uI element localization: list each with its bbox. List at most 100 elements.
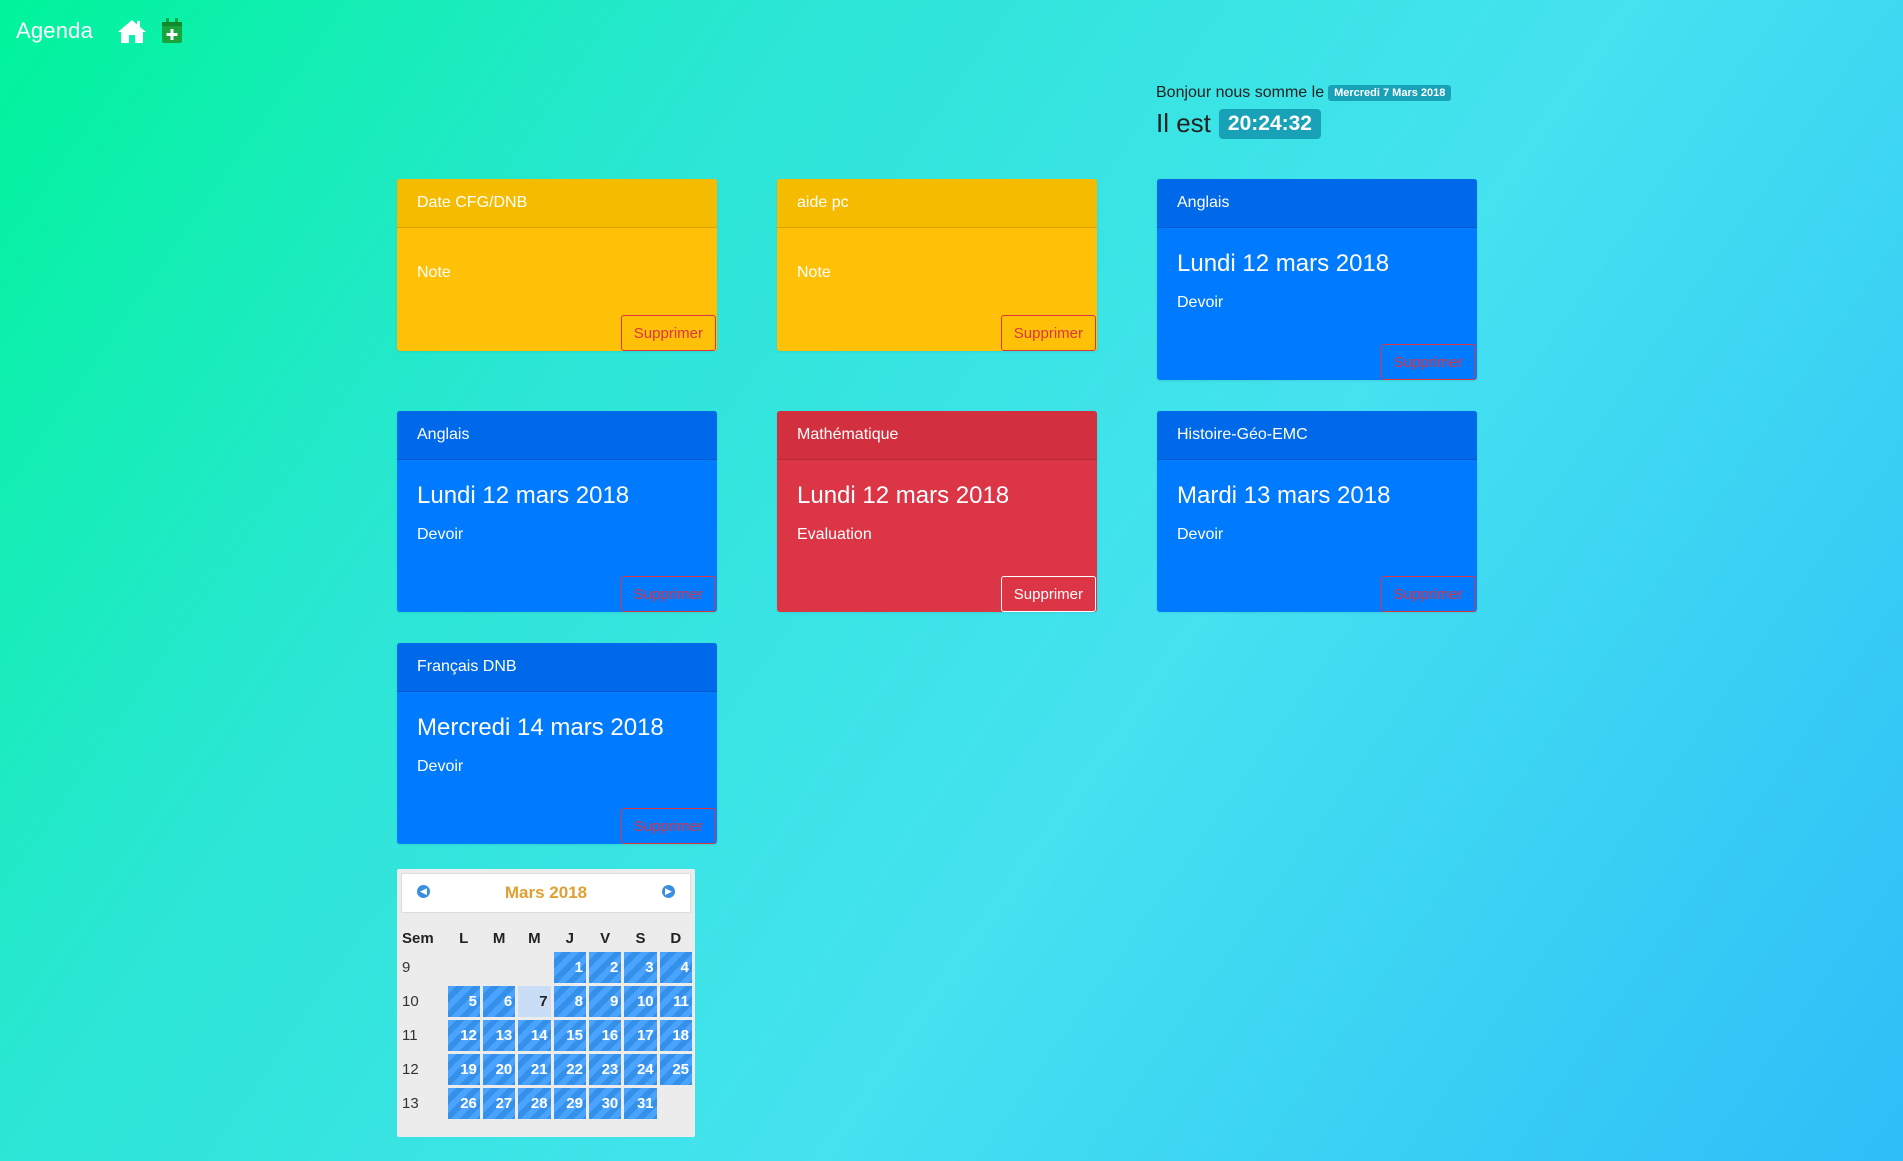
delete-button[interactable]: Supprimer xyxy=(1000,576,1096,612)
calendar-day[interactable]: 22 xyxy=(553,1054,586,1085)
delete-button[interactable]: Supprimer xyxy=(620,808,716,844)
navbar: Agenda xyxy=(16,14,197,48)
delete-button[interactable]: Supprimer xyxy=(1380,576,1476,612)
card-title: Lundi 12 mars 2018 xyxy=(1177,250,1390,277)
card-text: Devoir xyxy=(417,526,464,543)
calendar-day[interactable]: 26 xyxy=(447,1088,480,1119)
calendar-day[interactable]: 14 xyxy=(518,1020,551,1051)
weekday-header: M xyxy=(528,929,541,947)
card-body: Lundi 12 mars 2018 Devoir Supprimer xyxy=(397,460,717,612)
calendar-week-row: 12 19 20 21 22 23 24 25 xyxy=(400,1054,692,1085)
calendar-empty-cell xyxy=(518,952,550,983)
card-body: Lundi 12 mars 2018 Evaluation Supprimer xyxy=(777,460,1097,612)
greeting-line: Bonjour nous somme le Mercredi 7 Mars 20… xyxy=(1156,84,1452,102)
calendar-day[interactable]: 17 xyxy=(624,1020,657,1051)
calendar-day[interactable]: 15 xyxy=(553,1020,586,1051)
calendar-day[interactable]: 12 xyxy=(447,1020,480,1051)
calendar-day[interactable]: 2 xyxy=(588,952,622,983)
time-line: Il est 20:24:32 xyxy=(1156,108,1451,139)
week-number: 12 xyxy=(402,1061,419,1078)
task-card: Histoire-Géo-EMC Mardi 13 mars 2018 Devo… xyxy=(1157,411,1477,612)
delete-button[interactable]: Supprimer xyxy=(620,315,716,351)
calendar-day[interactable]: 24 xyxy=(624,1054,657,1085)
greeting-panel: Bonjour nous somme le Mercredi 7 Mars 20… xyxy=(1156,84,1452,139)
card-title: Mardi 13 mars 2018 xyxy=(1177,482,1391,509)
card-header: aide pc xyxy=(777,179,1097,228)
calendar-day[interactable]: 31 xyxy=(624,1088,657,1119)
calendar-day[interactable]: 5 xyxy=(447,986,480,1017)
calendar-day[interactable]: 16 xyxy=(588,1020,622,1051)
time-prefix: Il est xyxy=(1156,108,1211,138)
calendar-day[interactable]: 1 xyxy=(553,952,586,983)
note-card: aide pc Note Supprimer xyxy=(777,179,1097,351)
calendar-day[interactable]: 30 xyxy=(588,1088,622,1119)
task-card: Français DNB Mercredi 14 mars 2018 Devoi… xyxy=(397,643,717,844)
card-header: Date CFG/DNB xyxy=(397,179,717,228)
weekday-header: S xyxy=(635,929,646,947)
card-title: Lundi 12 mars 2018 xyxy=(417,482,630,509)
card-title: Mercredi 14 mars 2018 xyxy=(417,714,664,741)
calendar-day[interactable]: 28 xyxy=(518,1088,551,1119)
card-text: Note xyxy=(417,264,451,281)
weekday-header: D xyxy=(670,929,682,947)
delete-button[interactable]: Supprimer xyxy=(620,576,716,612)
calendar-day[interactable]: 20 xyxy=(482,1054,516,1085)
calendar-weekday-row: Sem L M M J V S D xyxy=(400,927,692,949)
calendar-day[interactable]: 11 xyxy=(659,986,692,1017)
calendar-day[interactable]: 27 xyxy=(482,1088,516,1119)
brand-link[interactable]: Agenda xyxy=(16,18,93,44)
calendar-day[interactable]: 10 xyxy=(624,986,657,1017)
card-text: Devoir xyxy=(417,758,464,775)
calendar-day[interactable]: 19 xyxy=(447,1054,480,1085)
date-badge: Mercredi 7 Mars 2018 xyxy=(1328,85,1452,101)
calendar-day-today[interactable]: 7 xyxy=(518,986,551,1017)
card-header: Mathématique xyxy=(777,411,1097,460)
calendar-grid: Sem L M M J V S D 9 1 2 3 4 10 5 6 7 8 9 10 11 11 12 13 14 15 16 1… xyxy=(397,924,695,1122)
calendar-empty-cell xyxy=(660,1088,692,1119)
delete-button[interactable]: Supprimer xyxy=(1380,344,1476,380)
chevron-left-icon[interactable]: ◀ xyxy=(417,885,430,898)
calendar-empty-cell xyxy=(448,952,480,983)
calendar-week-row: 9 1234 xyxy=(400,952,692,983)
card-header: Anglais xyxy=(1157,179,1477,228)
evaluation-card: Mathématique Lundi 12 mars 2018 Evaluati… xyxy=(777,411,1097,612)
week-number: 9 xyxy=(402,959,411,976)
calendar-day[interactable]: 4 xyxy=(659,952,692,983)
week-number: 11 xyxy=(402,1027,418,1044)
time-badge: 20:24:32 xyxy=(1218,108,1321,139)
home-icon[interactable] xyxy=(117,18,147,44)
chevron-right-icon[interactable]: ▶ xyxy=(662,885,675,898)
card-text: Evaluation xyxy=(797,526,872,543)
card-header: Français DNB xyxy=(397,643,717,692)
calendar-day[interactable]: 6 xyxy=(482,986,516,1017)
delete-button[interactable]: Supprimer xyxy=(1000,315,1096,351)
card-body: Mardi 13 mars 2018 Devoir Supprimer xyxy=(1157,460,1477,612)
week-number-header: Sem xyxy=(402,929,434,947)
calendar-empty-cell xyxy=(483,952,515,983)
card-text: Devoir xyxy=(1177,526,1224,543)
calendar-day[interactable]: 9 xyxy=(588,986,622,1017)
greeting-text: Bonjour nous somme le xyxy=(1156,84,1325,101)
calendar-day[interactable]: 29 xyxy=(553,1088,586,1119)
calendar-plus-icon[interactable] xyxy=(161,18,183,44)
calendar-day[interactable]: 3 xyxy=(624,952,657,983)
card-body: Note Supprimer xyxy=(777,228,1097,351)
card-title: Lundi 12 mars 2018 xyxy=(797,482,1010,509)
calendar-day[interactable]: 8 xyxy=(553,986,586,1017)
calendar-day[interactable]: 18 xyxy=(659,1020,692,1051)
calendar-day[interactable]: 25 xyxy=(659,1054,692,1085)
card-text: Devoir xyxy=(1177,294,1224,311)
card-body: Lundi 12 mars 2018 Devoir Supprimer xyxy=(1157,228,1477,380)
task-card: Anglais Lundi 12 mars 2018 Devoir Suppri… xyxy=(1157,179,1477,380)
note-card: Date CFG/DNB Note Supprimer xyxy=(397,179,717,351)
calendar-day[interactable]: 21 xyxy=(518,1054,551,1085)
task-card: Anglais Lundi 12 mars 2018 Devoir Suppri… xyxy=(397,411,717,612)
week-number: 10 xyxy=(402,993,419,1010)
calendar-week-row: 13 26 27 28 29 30 31 xyxy=(400,1088,692,1119)
weekday-header: L xyxy=(459,929,469,947)
weekday-header: M xyxy=(492,929,506,947)
week-number: 13 xyxy=(402,1095,419,1112)
calendar-day[interactable]: 23 xyxy=(588,1054,622,1085)
calendar-title: Mars 2018 xyxy=(504,883,588,902)
calendar-day[interactable]: 13 xyxy=(482,1020,516,1051)
